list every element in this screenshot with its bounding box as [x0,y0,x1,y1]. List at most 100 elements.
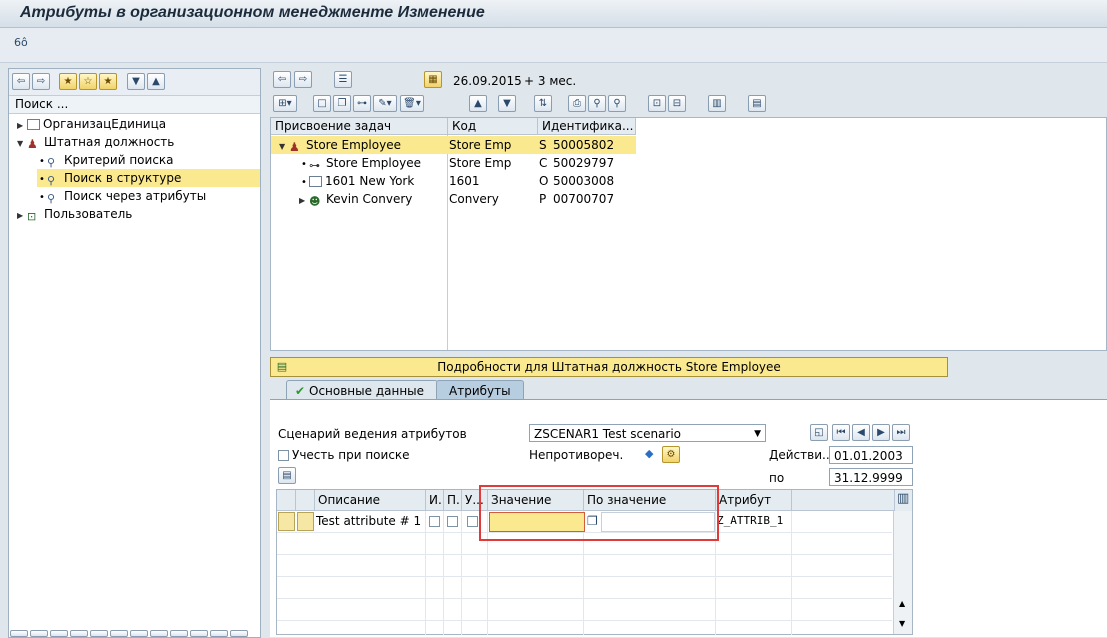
next-page-icon[interactable]: ▶ [872,424,890,441]
toolbar-icon[interactable] [30,630,48,637]
column-header-attribute[interactable]: Атрибут [716,490,792,511]
column-header-code[interactable]: Код [448,118,538,135]
search-header[interactable]: Поиск ... [9,96,260,114]
back-arrow-icon[interactable]: ⇦ [12,73,30,90]
consider-search-checkbox[interactable] [278,450,289,461]
edit-favorite-icon[interactable]: ★ [99,73,117,90]
title-bar: Атрибуты в организационном менеджменте И… [0,0,1107,28]
expand-down-icon[interactable]: ▼ [127,73,145,90]
valid-from-field[interactable]: 01.01.2003 [829,446,913,464]
list-view-icon[interactable]: ☰ [334,71,352,88]
tree-node[interactable]: • ⊶ Store Employee [299,154,421,172]
tree-node[interactable]: ▶ ☻ Kevin Convery [299,190,412,208]
find-icon[interactable]: ⚲ [588,95,606,112]
copy-icon[interactable]: ❐ [333,95,351,112]
toolbar-icon[interactable] [50,630,68,637]
checkbox-u[interactable] [467,516,478,527]
find-next-icon[interactable]: ⚲ [608,95,626,112]
checkbox-p[interactable] [447,516,458,527]
scroll-down-icon[interactable]: ▼ [899,619,905,628]
calendar-icon[interactable]: ▦ [424,71,442,88]
hierarchy-menu-icon[interactable]: ⊞▾ [273,95,297,112]
highlight-box [479,485,719,541]
expanded-triangle-icon[interactable]: ▼ [279,138,289,156]
chevron-down-icon[interactable]: ▼ [754,425,761,443]
toolbar-icon[interactable] [150,630,168,637]
save-view-icon[interactable]: ⊟ [668,95,686,112]
scenario-select[interactable]: ZSCENAR1 Test scenario ▼ [529,424,766,442]
tree-node[interactable]: ▼ ♟ Store Employee [279,136,401,154]
tree-item-attribute-search[interactable]: • ⚲ Поиск через атрибуты [37,187,206,205]
create-icon[interactable]: □ [313,95,331,112]
collapsed-triangle-icon[interactable]: ▶ [17,207,27,225]
tab-attributes[interactable]: Атрибуты [436,380,524,400]
columns-icon[interactable]: ▥ [708,95,726,112]
column-header-task-assignment[interactable]: Присвоение задач [271,118,448,135]
valid-to-field[interactable]: 31.12.9999 [829,468,913,486]
row-code: Store Emp [449,138,512,152]
toolbar-icon[interactable] [90,630,108,637]
check-consistency-icon[interactable]: ⚙ [662,446,680,463]
edit-menu-icon[interactable]: ✎▾ [373,95,397,112]
chart-icon[interactable]: ◱ [810,424,828,441]
scenario-value: ZSCENAR1 Test scenario [534,427,682,441]
vertical-scrollbar[interactable]: ▲ ▼ [893,511,912,634]
technical-info-icon[interactable]: 6ô [14,36,28,49]
tab-basic-data[interactable]: ✔ Основные данные [286,380,438,400]
move-up-icon[interactable]: ▲ [469,95,487,112]
diamond-icon: ◆ [645,447,654,460]
table-row[interactable] [277,555,892,577]
column-header-p[interactable]: П... [444,490,462,511]
delete-menu-icon[interactable]: 🗑▾ [400,95,424,112]
tree-item-structure-search[interactable]: • ⚲ Поиск в структуре [37,169,260,187]
print-icon[interactable]: ⎙ [568,95,586,112]
toolbar-icon[interactable] [130,630,148,637]
row-type: C [539,156,548,170]
toolbar-icon[interactable] [190,630,208,637]
navigation-bottom-toolbar [8,626,261,637]
toolbar-icon[interactable] [230,630,248,637]
toolbar-icon[interactable] [110,630,128,637]
prev-page-icon[interactable]: ◀ [852,424,870,441]
panel-splitter[interactable] [262,68,268,638]
column-header-id[interactable]: Идентифика... [538,118,636,135]
column-header-i[interactable]: И... [426,490,444,511]
row-name: 1601 New York [325,174,415,188]
structure-icon[interactable]: ⊶ [353,95,371,112]
export-icon[interactable]: ⊡ [648,95,666,112]
column-settings-icon[interactable]: ▥ [897,491,909,506]
tree-node[interactable]: • 1601 New York [299,172,414,190]
expanded-triangle-icon[interactable]: ▼ [17,135,27,153]
toolbar-icon[interactable] [170,630,188,637]
forward-arrow-icon[interactable]: ⇨ [294,71,312,88]
row-selector[interactable] [297,512,314,531]
favorite-star-icon[interactable]: ☆ [79,73,97,90]
collapsed-triangle-icon[interactable]: ▶ [299,192,309,210]
scroll-up-icon[interactable]: ▲ [899,599,905,608]
last-page-icon[interactable]: ⏭ [892,424,910,441]
tree-item-search-criteria[interactable]: • ⚲ Критерий поиска [37,151,173,169]
back-arrow-icon[interactable]: ⇦ [273,71,291,88]
move-down-icon[interactable]: ▼ [498,95,516,112]
tree-item-position[interactable]: ▼ ♟ Штатная должность [17,133,174,151]
settings-grid-icon[interactable]: ▤ [748,95,766,112]
tree-item-org-unit[interactable]: ▶ ОрганизацЕдиница [17,115,166,133]
collapse-up-icon[interactable]: ▲ [147,73,165,90]
sort-icon[interactable]: ⇅ [534,95,552,112]
structure-toolbar: ⇦ ⇨ ☰ ▦ 26.09.2015 + 3 мес. ⊞▾ □ ❐ ⊶ ✎▾ … [270,68,1100,116]
row-id: 50029797 [553,156,615,170]
add-favorite-icon[interactable]: ★ [59,73,77,90]
table-row[interactable] [277,599,892,621]
tree-item-user[interactable]: ▶ ⊡ Пользователь [17,205,132,223]
navigation-panel: ⇦ ⇨ ★ ☆ ★ ▼ ▲ Поиск ... ▶ ОрганизацЕдиниц… [8,68,261,638]
toolbar-icon[interactable] [210,630,228,637]
row-selector[interactable] [278,512,295,531]
forward-arrow-icon[interactable]: ⇨ [32,73,50,90]
toolbar-icon[interactable] [10,630,28,637]
save-attributes-icon[interactable]: ▤ [278,467,296,484]
toolbar-icon[interactable] [70,630,88,637]
checkbox-i[interactable] [429,516,440,527]
first-page-icon[interactable]: ⏮ [832,424,850,441]
table-row[interactable] [277,577,892,599]
column-header-description[interactable]: Описание [315,490,426,511]
